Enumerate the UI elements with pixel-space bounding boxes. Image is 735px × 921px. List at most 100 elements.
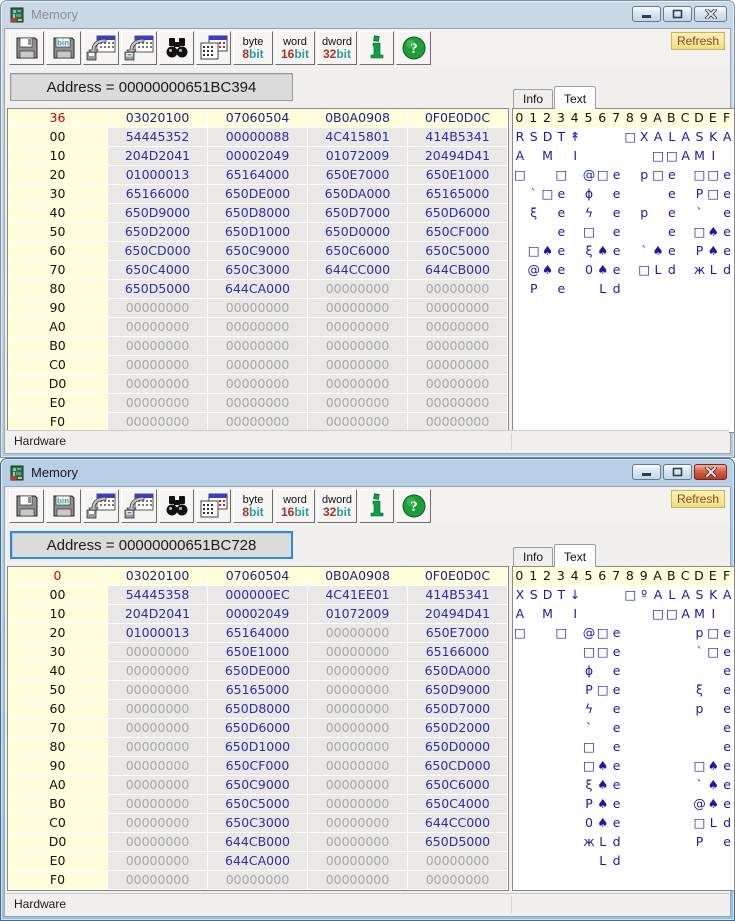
tab-text[interactable]: Text	[554, 86, 597, 109]
refresh-button[interactable]: Refresh	[670, 490, 725, 508]
hex-cell[interactable]: 00000088	[208, 128, 308, 147]
hex-cell[interactable]: 644CC000	[408, 814, 508, 833]
hex-cell[interactable]: 00000000	[308, 852, 408, 871]
hex-cell[interactable]: 650D8000	[208, 204, 308, 223]
save-button[interactable]	[9, 489, 44, 523]
hex-cell[interactable]: 65165000	[408, 185, 508, 204]
hex-cell[interactable]: 00000000	[108, 719, 208, 738]
hex-cell[interactable]: 00000000	[308, 643, 408, 662]
hex-cell[interactable]: 650DA000	[308, 185, 408, 204]
hex-cell[interactable]: 650C3000	[208, 814, 308, 833]
hex-cell[interactable]: 00000000	[108, 643, 208, 662]
hex-cell[interactable]: 20494D41	[408, 147, 508, 166]
minimize-button[interactable]	[632, 464, 661, 480]
hex-cell[interactable]: 00000000	[408, 394, 508, 413]
hex-cell[interactable]: 01000013	[108, 624, 208, 643]
table-view-button[interactable]	[196, 31, 231, 65]
hex-cell[interactable]: 650C4000	[108, 261, 208, 280]
hex-cell[interactable]: 00000000	[108, 356, 208, 375]
hex-cell[interactable]: 650D9000	[408, 681, 508, 700]
hex-cell[interactable]: 650D1000	[208, 223, 308, 242]
hex-cell[interactable]: 650D9000	[108, 204, 208, 223]
info-button[interactable]	[359, 489, 394, 523]
hex-cell[interactable]: 00000000	[308, 337, 408, 356]
hex-cell[interactable]: 650D0000	[308, 223, 408, 242]
hex-cell[interactable]: 00000000	[308, 662, 408, 681]
help-button[interactable]: ?	[396, 489, 431, 523]
hex-cell[interactable]: 650DA000	[408, 662, 508, 681]
hex-cell[interactable]: 650C3000	[208, 261, 308, 280]
hex-cell[interactable]: 650E7000	[408, 624, 508, 643]
hex-cell[interactable]: 00000000	[308, 871, 408, 890]
hex-cell[interactable]: 00000000	[208, 375, 308, 394]
word-view-button[interactable]: word 16bit	[275, 31, 315, 65]
hex-cell[interactable]: 00002049	[208, 605, 308, 624]
hex-cell[interactable]: 65164000	[208, 166, 308, 185]
hex-cell[interactable]: 644CA000	[208, 852, 308, 871]
hex-cell[interactable]: 650C5000	[408, 242, 508, 261]
hex-cell[interactable]: 650D2000	[408, 719, 508, 738]
close-button[interactable]	[694, 464, 727, 480]
hex-cell[interactable]: 00000000	[108, 681, 208, 700]
help-button[interactable]: ?	[396, 31, 431, 65]
byte-view-button[interactable]: byte 8bit	[233, 489, 273, 523]
hex-cell[interactable]: 00000000	[308, 833, 408, 852]
hex-cell[interactable]: 00000000	[408, 375, 508, 394]
hex-cell[interactable]: 00000000	[108, 318, 208, 337]
hex-cell[interactable]: 650D8000	[208, 700, 308, 719]
hex-cell[interactable]: 00000000	[208, 299, 308, 318]
export-table-binary-button[interactable]	[121, 489, 157, 523]
hex-cell[interactable]: 01000013	[108, 166, 208, 185]
hex-cell[interactable]: 000000EC	[208, 586, 308, 605]
hex-cell[interactable]: 00002049	[208, 147, 308, 166]
dword-view-button[interactable]: dword 32bit	[317, 31, 357, 65]
export-table-button[interactable]	[83, 31, 119, 65]
hex-cell[interactable]: 650D7000	[308, 204, 408, 223]
minimize-button[interactable]	[632, 6, 661, 22]
hex-cell[interactable]: 00000000	[408, 337, 508, 356]
hex-cell[interactable]: 00000000	[108, 833, 208, 852]
hex-cell[interactable]: 650E1000	[208, 643, 308, 662]
hex-cell[interactable]: 00000000	[208, 356, 308, 375]
hex-cell[interactable]: 00000000	[308, 776, 408, 795]
find-button[interactable]	[159, 31, 194, 65]
hex-cell[interactable]: 00000000	[308, 375, 408, 394]
hex-cell[interactable]: 644CA000	[208, 280, 308, 299]
dword-view-button[interactable]: dword 32bit	[317, 489, 357, 523]
hex-cell[interactable]: 00000000	[208, 318, 308, 337]
hex-cell[interactable]: 00000000	[308, 356, 408, 375]
hex-cell[interactable]: 00000000	[108, 394, 208, 413]
hex-cell[interactable]: 00000000	[408, 356, 508, 375]
hex-cell[interactable]: 650C6000	[308, 242, 408, 261]
hex-cell[interactable]: 644CB000	[208, 833, 308, 852]
close-button[interactable]	[694, 6, 727, 22]
save-button[interactable]	[9, 31, 44, 65]
hex-cell[interactable]: 00000000	[108, 299, 208, 318]
hex-cell[interactable]: 00000000	[308, 738, 408, 757]
address-display[interactable]: Address = 00000000651BC394	[10, 73, 293, 101]
hex-cell[interactable]: 00000000	[108, 795, 208, 814]
hex-cell[interactable]: 00000000	[108, 375, 208, 394]
hex-cell[interactable]: 00000000	[308, 757, 408, 776]
save-binary-button[interactable]: bin	[46, 31, 81, 65]
hex-cell[interactable]: 00000000	[108, 738, 208, 757]
hex-cell[interactable]: 644CC000	[308, 261, 408, 280]
tab-info[interactable]: Info	[513, 547, 554, 567]
hex-cell[interactable]: 00000000	[308, 299, 408, 318]
hex-cell[interactable]: 650C5000	[208, 795, 308, 814]
address-display[interactable]: Address = 00000000651BC728	[10, 531, 293, 559]
tab-info[interactable]: Info	[513, 89, 554, 109]
hex-cell[interactable]: 00000000	[308, 814, 408, 833]
hex-cell[interactable]: 01072009	[308, 605, 408, 624]
hex-cell[interactable]: 650D7000	[408, 700, 508, 719]
hex-cell[interactable]: 650CD000	[108, 242, 208, 261]
hex-cell[interactable]: 650D1000	[208, 738, 308, 757]
hex-cell[interactable]: 650C9000	[208, 242, 308, 261]
hex-cell[interactable]: 00000000	[308, 624, 408, 643]
hex-cell[interactable]: 00000000	[208, 871, 308, 890]
hex-cell[interactable]: 00000000	[408, 852, 508, 871]
word-view-button[interactable]: word 16bit	[275, 489, 315, 523]
maximize-button[interactable]	[663, 464, 692, 480]
hex-cell[interactable]: 00000000	[108, 700, 208, 719]
hex-cell[interactable]: 650CF000	[408, 223, 508, 242]
